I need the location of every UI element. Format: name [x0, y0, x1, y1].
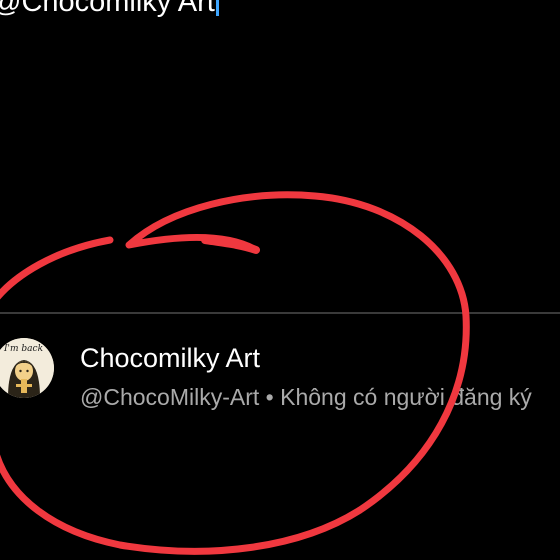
cartoon-avatar-icon: I'm back	[0, 338, 54, 398]
subscriber-count: Không có người đăng ký	[280, 384, 532, 410]
channel-handle: @ChocoMilky-Art	[80, 384, 260, 410]
search-query-value: @Chocomilky Art	[0, 0, 215, 18]
avatar-caption: I'm back	[3, 344, 43, 354]
channel-name[interactable]: Chocomilky Art	[80, 340, 260, 376]
meta-separator: •	[265, 384, 274, 410]
search-query-text[interactable]: @Chocomilky Art	[0, 0, 219, 18]
text-caret	[215, 0, 219, 16]
channel-meta: @ChocoMilky-Art • Không có người đăng ký	[80, 383, 552, 412]
channel-avatar[interactable]: I'm back	[0, 338, 54, 398]
